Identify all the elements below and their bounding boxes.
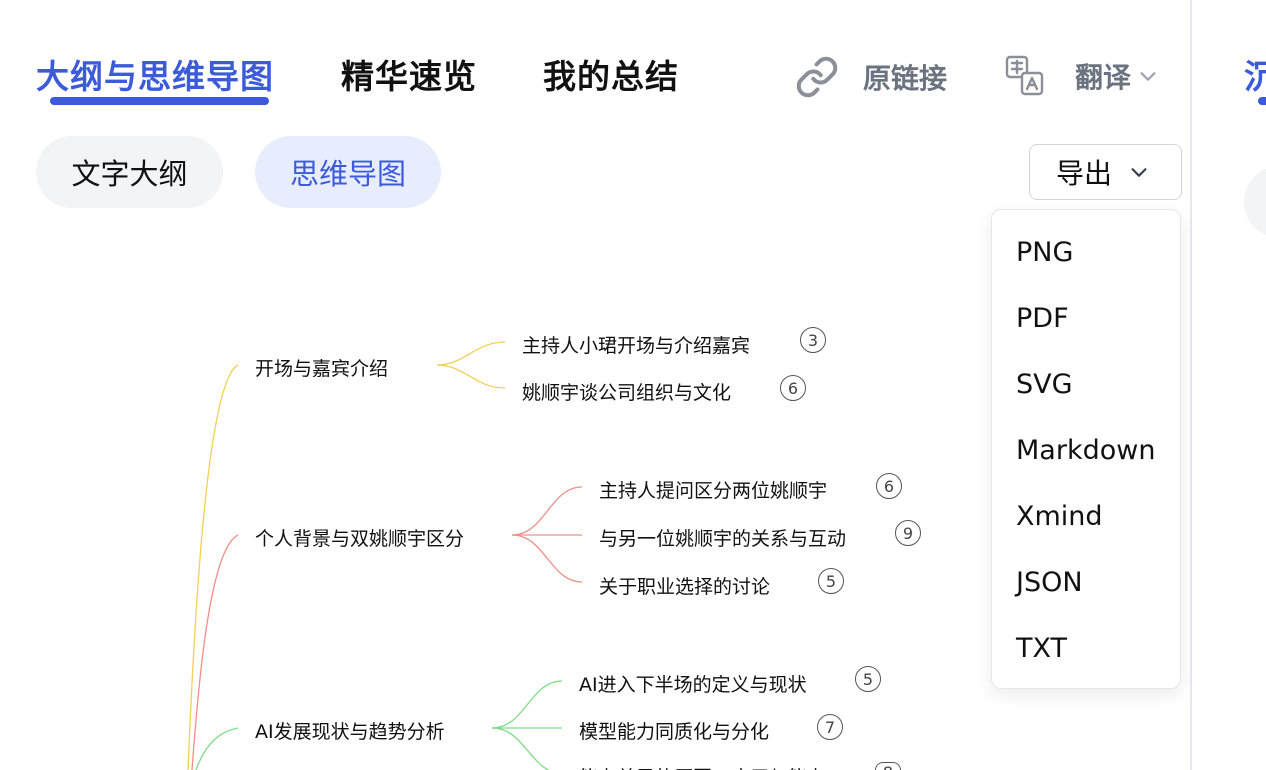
export-option-pdf[interactable]: PDF [1016,303,1069,334]
connector-b1-c2 [436,364,506,389]
export-dropdown-menu: PNG PDF SVG Markdown Xmind JSON TXT [991,209,1181,689]
connector-root-branch-3 [195,727,239,770]
mindmap-count-badge[interactable]: 7 [817,714,843,740]
mindmap-leaf-node[interactable]: 主持人小珺开场与介绍嘉宾 [522,331,750,358]
mindmap-count-badge[interactable]: 6 [780,375,806,401]
connector-b2-c3 [511,534,583,583]
connector-b1-c1 [436,341,506,366]
connector-root-branch-1 [187,364,239,770]
mindmap-count-badge[interactable]: 3 [800,327,826,353]
export-option-markdown[interactable]: Markdown [1016,435,1155,466]
mindmap-count-badge[interactable]: 9 [895,520,921,546]
export-option-xmind[interactable]: Xmind [1016,501,1103,532]
mindmap-branch-node[interactable]: AI发展现状与趋势分析 [255,717,445,744]
mindmap-leaf-node[interactable]: 主持人提问区分两位姚顺宇 [599,476,827,503]
mindmap-leaf-node[interactable]: 关于职业选择的讨论 [599,572,770,599]
export-option-txt[interactable]: TXT [1016,633,1067,664]
mindmap-count-badge[interactable]: 6 [876,473,902,499]
connector-b2-c1 [511,486,583,536]
mindmap-leaf-node[interactable]: 与另一位姚顺宇的关系与互动 [599,524,846,551]
mindmap-branch-node[interactable]: 开场与嘉宾介绍 [255,354,388,381]
connector-b3-c3 [491,727,551,770]
export-option-svg[interactable]: SVG [1016,369,1073,400]
connector-b3-c1 [491,680,563,729]
mindmap-leaf-node[interactable]: 能力差异的原因：应用与能力 [579,763,826,770]
export-option-png[interactable]: PNG [1016,237,1073,268]
mindmap-leaf-node[interactable]: AI进入下半场的定义与现状 [579,670,807,697]
mindmap-count-badge[interactable]: 5 [855,666,881,692]
mindmap-leaf-node[interactable]: 姚顺宇谈公司组织与文化 [522,378,731,405]
mindmap-count-badge[interactable]: 8 [875,762,901,770]
mindmap-count-badge[interactable]: 5 [818,568,844,594]
mindmap-branch-node[interactable]: 个人背景与双姚顺宇区分 [255,524,464,551]
mindmap-leaf-node[interactable]: 模型能力同质化与分化 [579,717,769,744]
export-option-json[interactable]: JSON [1016,567,1083,598]
